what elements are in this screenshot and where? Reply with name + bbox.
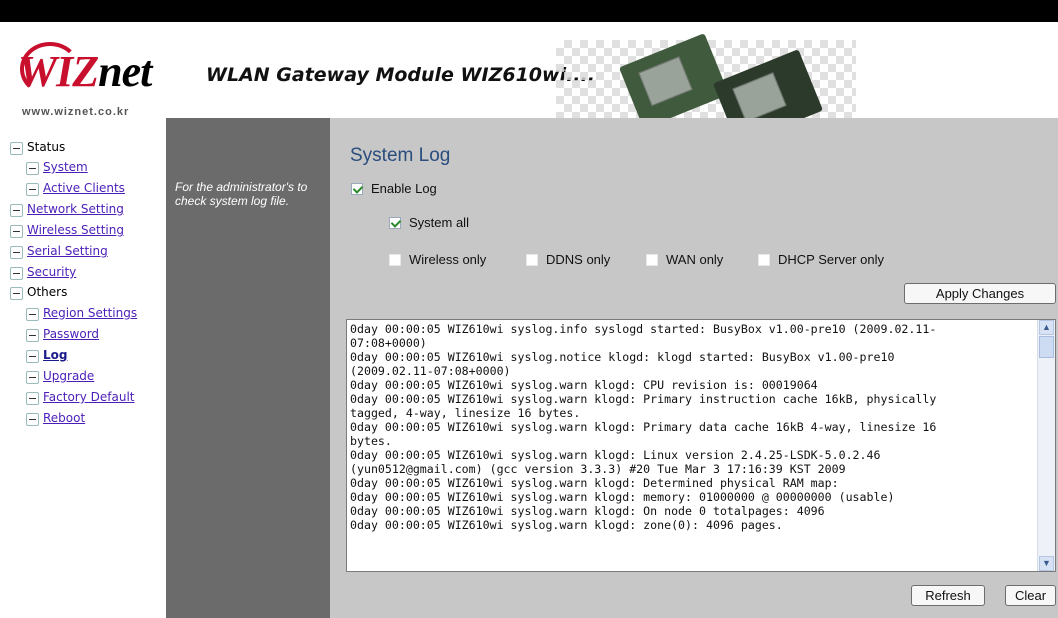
log-line: 0day 00:00:05 WIZ610wi syslog.warn klogd… [350,476,839,490]
log-line: tagged, 4-way, linesize 16 bytes. [350,406,581,420]
enable-log-label: Enable Log [371,181,437,196]
minus-box-icon[interactable] [10,287,23,300]
enable-log-checkbox[interactable] [351,183,363,195]
header-title: WLAN Gateway Module WIZ610wi.... [206,64,595,86]
log-line: (yun0512@gmail.com) (gcc version 3.3.3) … [350,462,846,476]
apply-changes-button[interactable]: Apply Changes [904,283,1056,304]
system-all-label: System all [409,215,469,230]
log-line: 0day 00:00:05 WIZ610wi syslog.warn klogd… [350,392,937,406]
log-text: 0day 00:00:05 WIZ610wi syslog.info syslo… [350,322,1030,532]
description-panel: For the administrator's to check system … [166,118,330,618]
minus-box-icon [26,371,39,384]
wan-only-label: WAN only [666,252,724,267]
sidebar: Status System Active Clients Network Set… [0,118,166,618]
minus-box-icon [26,183,39,196]
clear-button[interactable]: Clear [1005,585,1056,606]
minus-box-icon [10,204,23,217]
dhcp-server-only-label: DHCP Server only [778,252,884,267]
logo-url: www.wiznet.co.kr [22,106,130,118]
logo-wordmark: WIZnet [18,47,152,96]
chevron-down-icon[interactable]: ▼ [1039,556,1054,571]
log-line: 0day 00:00:05 WIZ610wi syslog.warn klogd… [350,378,818,392]
log-line: 0day 00:00:05 WIZ610wi syslog.warn klogd… [350,504,825,518]
chevron-up-icon[interactable]: ▲ [1039,320,1054,335]
dhcp-server-only-checkbox[interactable] [758,254,770,266]
minus-box-icon [10,267,23,280]
content-panel: System Log Enable Log System all Wireles… [330,118,1058,618]
minus-box-icon [10,246,23,259]
minus-box-icon [10,225,23,238]
system-log-textarea[interactable]: 0day 00:00:05 WIZ610wi syslog.info syslo… [346,319,1056,572]
minus-box-icon [26,392,39,405]
log-line: (2009.02.11-07:08+0000) [350,364,511,378]
wireless-only-label: Wireless only [409,252,487,267]
log-line: 0day 00:00:05 WIZ610wi syslog.info syslo… [350,322,937,336]
system-all-checkbox[interactable] [389,217,401,229]
log-line: bytes. [350,434,392,448]
minus-box-icon [26,308,39,321]
log-scrollbar[interactable]: ▲ ▼ [1037,320,1055,571]
log-line: 0day 00:00:05 WIZ610wi syslog.warn klogd… [350,420,937,434]
page-description: For the administrator's to check system … [175,180,308,208]
wan-only-checkbox[interactable] [646,254,658,266]
ddns-only-label: DDNS only [546,252,611,267]
header: WIZnet www.wiznet.co.kr WLAN Gateway Mod… [0,22,1058,145]
log-line: 07:08+0000) [350,336,427,350]
minus-box-icon [26,162,39,175]
log-line: 0day 00:00:05 WIZ610wi syslog.warn klogd… [350,518,783,532]
minus-box-icon [26,350,39,363]
scrollbar-thumb[interactable] [1039,336,1054,358]
log-line: 0day 00:00:05 WIZ610wi syslog.warn klogd… [350,490,895,504]
minus-box-icon [26,329,39,342]
ddns-only-checkbox[interactable] [526,254,538,266]
wiznet-logo[interactable]: WIZnet www.wiznet.co.kr [18,40,168,118]
refresh-button[interactable]: Refresh [911,585,985,606]
top-black-bar [0,0,1058,22]
minus-box-icon [26,413,39,426]
minus-box-icon[interactable] [10,142,23,155]
page-title: System Log [350,145,451,166]
log-line: 0day 00:00:05 WIZ610wi syslog.notice klo… [350,350,895,364]
wireless-only-checkbox[interactable] [389,254,401,266]
log-line: 0day 00:00:05 WIZ610wi syslog.warn klogd… [350,448,881,462]
